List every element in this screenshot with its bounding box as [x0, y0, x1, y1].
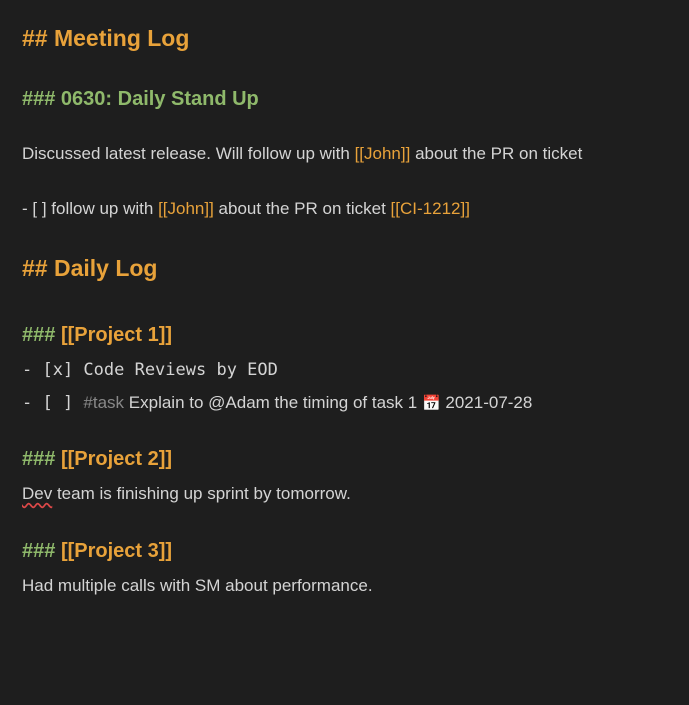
task-checkbox-unchecked[interactable]: - [ ] [22, 393, 83, 413]
wikilink-project-1[interactable]: [[Project 1]] [61, 324, 172, 346]
text-fragment: about the PR on ticket [214, 199, 391, 218]
text-fragment: Discussed latest release. Will follow up… [22, 144, 355, 163]
text-fragment: about the PR on ticket [410, 144, 582, 163]
heading-project-3: ### [[Project 3]] [22, 537, 689, 566]
heading-project-1: ### [[Project 1]] [22, 321, 689, 350]
heading-marker: ### [22, 448, 61, 470]
wikilink-ticket[interactable]: [[CI-1212]] [391, 199, 470, 218]
heading-daily-log: ## Daily Log [22, 252, 689, 285]
project-2-text: Dev team is finishing up sprint by tomor… [22, 482, 689, 507]
spellcheck-word: Dev [22, 484, 52, 503]
hashtag-task[interactable]: #task [83, 393, 124, 412]
task-line: - [ ] follow up with [[John]] about the … [22, 197, 689, 222]
wikilink-project-2[interactable]: [[Project 2]] [61, 448, 172, 470]
text-fragment: Explain to @Adam the timing of task 1 [124, 393, 422, 412]
heading-standup: ### 0630: Daily Stand Up [22, 85, 689, 114]
date-text: 2021-07-28 [441, 393, 533, 412]
task-line-done: - [x] Code Reviews by EOD [22, 358, 689, 383]
heading-project-2: ### [[Project 2]] [22, 445, 689, 474]
text-fragment: team is finishing up sprint by tomorrow. [52, 484, 351, 503]
task-checkbox-unchecked[interactable]: - [ ] follow up with [22, 199, 158, 218]
task-line: - [ ] #task Explain to @Adam the timing … [22, 391, 689, 416]
heading-marker: ### [22, 540, 61, 562]
wikilink-project-3[interactable]: [[Project 3]] [61, 540, 172, 562]
wikilink-john[interactable]: [[John]] [355, 144, 411, 163]
project-3-text: Had multiple calls with SM about perform… [22, 574, 689, 599]
heading-meeting-log: ## Meeting Log [22, 22, 689, 55]
standup-paragraph: Discussed latest release. Will follow up… [22, 142, 689, 167]
heading-marker: ### [22, 324, 61, 346]
calendar-icon: 📅 [422, 395, 441, 412]
wikilink-john[interactable]: [[John]] [158, 199, 214, 218]
markdown-editor[interactable]: ## Meeting Log ### 0630: Daily Stand Up … [0, 0, 689, 599]
